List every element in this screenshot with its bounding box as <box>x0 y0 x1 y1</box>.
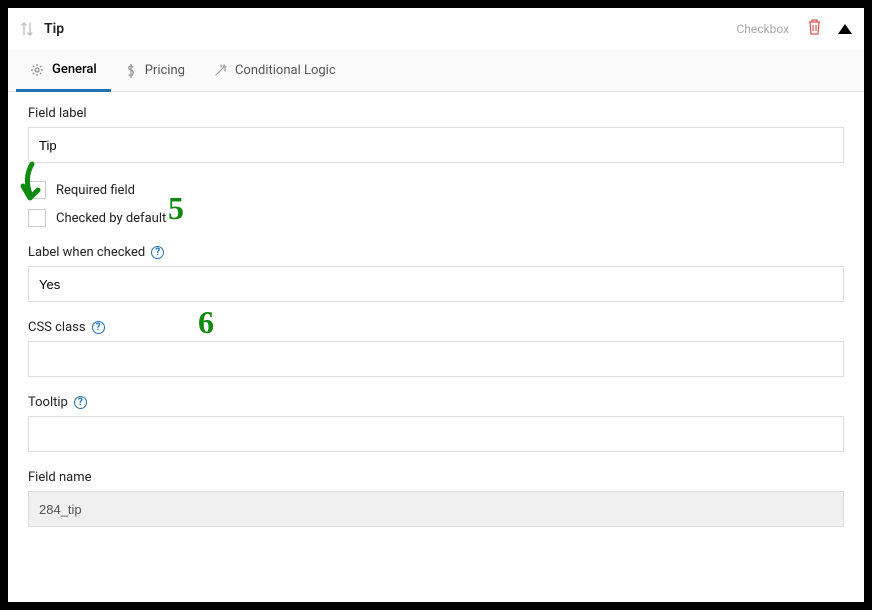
tab-conditional[interactable]: Conditional Logic <box>199 50 350 91</box>
config-panel: Tip Checkbox General Pricing Conditional… <box>8 8 864 602</box>
label-when-checked-group: Label when checked ? <box>28 245 844 302</box>
panel-title: Tip <box>44 21 736 37</box>
field-name-input <box>28 491 844 527</box>
required-field-row: Required field <box>28 181 844 199</box>
field-name-label: Field name <box>28 470 844 485</box>
checked-default-row: Checked by default <box>28 209 844 227</box>
checked-default-label: Checked by default <box>56 211 166 226</box>
field-type-label: Checkbox <box>736 22 789 36</box>
collapse-icon[interactable] <box>838 24 852 34</box>
css-class-input[interactable] <box>28 341 844 377</box>
gear-icon <box>30 63 44 77</box>
field-label-input[interactable] <box>28 127 844 163</box>
css-class-label: CSS class <box>28 320 86 335</box>
checked-default-checkbox[interactable] <box>28 209 46 227</box>
tooltip-group: Tooltip ? <box>28 395 844 452</box>
help-icon[interactable]: ? <box>92 321 105 334</box>
field-label-group: Field label <box>28 106 844 163</box>
drag-handle-icon[interactable] <box>20 22 34 36</box>
trash-icon[interactable] <box>807 19 822 39</box>
panel-body: Field label Required field Checked by de… <box>8 92 864 559</box>
panel-header: Tip Checkbox <box>8 8 864 50</box>
required-label: Required field <box>56 183 135 198</box>
tab-conditional-label: Conditional Logic <box>235 63 336 78</box>
help-icon[interactable]: ? <box>151 246 164 259</box>
tab-general-label: General <box>52 62 97 77</box>
wand-icon <box>213 64 227 78</box>
tab-pricing-label: Pricing <box>145 63 185 78</box>
required-checkbox[interactable] <box>28 181 46 199</box>
css-class-group: CSS class ? <box>28 320 844 377</box>
dollar-icon <box>125 64 137 78</box>
label-when-checked-input[interactable] <box>28 266 844 302</box>
tooltip-label: Tooltip <box>28 395 68 410</box>
field-name-group: Field name <box>28 470 844 527</box>
tab-bar: General Pricing Conditional Logic <box>8 50 864 92</box>
field-label-label: Field label <box>28 106 844 121</box>
label-when-checked-label: Label when checked <box>28 245 145 260</box>
help-icon[interactable]: ? <box>74 396 87 409</box>
tab-pricing[interactable]: Pricing <box>111 50 199 91</box>
tooltip-input[interactable] <box>28 416 844 452</box>
tab-general[interactable]: General <box>16 50 111 92</box>
